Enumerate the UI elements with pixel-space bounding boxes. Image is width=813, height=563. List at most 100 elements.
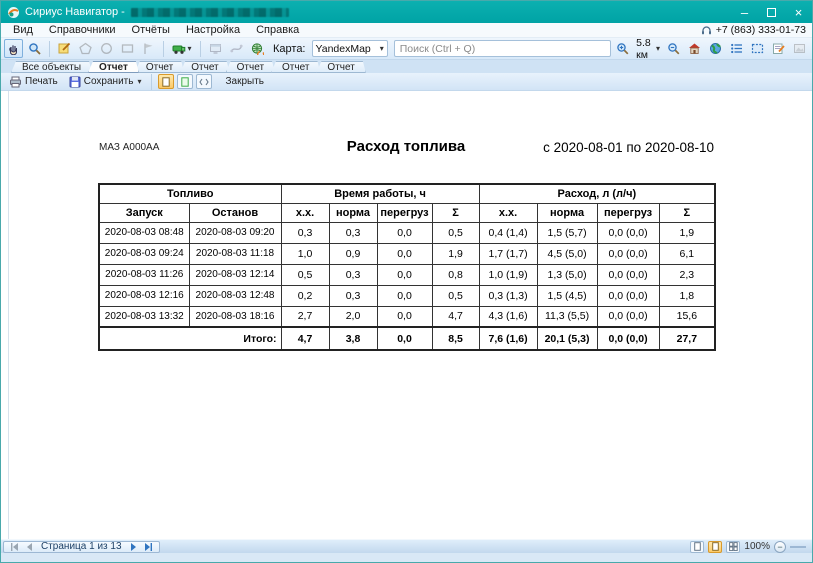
table-cell: 2,0: [329, 306, 377, 327]
minimize-button[interactable]: –: [731, 1, 758, 23]
app-logo-icon: [7, 6, 20, 19]
menu-items: ВидСправочникиОтчётыНастройкаСправка: [5, 23, 307, 37]
menu-item-0[interactable]: Вид: [5, 23, 41, 37]
home-button[interactable]: [685, 39, 704, 58]
view-single-button[interactable]: [690, 541, 704, 553]
view-multi-button[interactable]: [726, 541, 740, 553]
next-page-button[interactable]: [128, 542, 140, 552]
phone-number: +7 (863) 333-01-73: [716, 24, 806, 36]
view-page-green-button[interactable]: [177, 74, 193, 89]
print-button[interactable]: Печать: [5, 74, 62, 90]
column-header: Σ: [432, 203, 479, 222]
totals-cell: 20,1 (5,3): [537, 327, 597, 350]
table-row: 2020-08-03 13:322020-08-03 18:162,72,00,…: [99, 306, 715, 327]
headset-icon: [701, 25, 712, 36]
tab-4[interactable]: Отчет: [226, 61, 275, 73]
view-page-width-button[interactable]: [196, 74, 212, 89]
pager: Страница 1 из 13: [3, 541, 160, 553]
table-cell: 0,5: [432, 285, 479, 306]
draw-route-button[interactable]: [55, 39, 74, 58]
table-cell: 0,5: [432, 222, 479, 243]
save-caret-icon: ▾: [137, 77, 141, 86]
main-toolbar: ▾ Карта: YandexMap ▾: [1, 38, 812, 60]
menu-item-4[interactable]: Справка: [248, 23, 307, 37]
table-cell: 1,0: [281, 243, 329, 264]
tab-5[interactable]: Отчет: [271, 61, 320, 73]
panel-edge: [8, 91, 9, 539]
last-page-icon: [144, 543, 153, 551]
save-button[interactable]: Сохранить ▾: [65, 74, 146, 90]
select-area-button[interactable]: [748, 39, 767, 58]
tab-1[interactable]: Отчет: [88, 61, 139, 73]
globe-refresh-button[interactable]: [248, 39, 267, 58]
column-header: Σ: [659, 203, 715, 222]
map-scale-dropdown[interactable]: 5.8 км ▾: [634, 37, 662, 61]
totals-cell: 7,6 (1,6): [479, 327, 537, 350]
menu-item-2[interactable]: Отчёты: [124, 23, 178, 37]
tab-2[interactable]: Отчет: [135, 61, 184, 73]
table-cell: 4,3 (1,6): [479, 306, 537, 327]
table-cell: 1,9: [432, 243, 479, 264]
first-page-icon: [10, 543, 19, 551]
support-phone: +7 (863) 333-01-73: [701, 24, 812, 36]
column-header: норма: [329, 203, 377, 222]
close-button[interactable]: ×: [785, 1, 812, 23]
image-button[interactable]: [790, 39, 809, 58]
zoom-slider[interactable]: [790, 546, 806, 548]
map-select[interactable]: YandexMap ▾: [312, 40, 388, 57]
table-cell: 2020-08-03 11:26: [99, 264, 189, 285]
panel-icon: [209, 42, 222, 55]
save-label: Сохранить: [84, 76, 134, 87]
zoom-area-button[interactable]: [25, 39, 44, 58]
first-page-button[interactable]: [8, 542, 20, 552]
rectangle-button[interactable]: [118, 39, 137, 58]
view-fit-button[interactable]: [708, 541, 722, 553]
zoom-minus-button[interactable]: −: [774, 541, 786, 553]
next-page-icon: [130, 543, 137, 551]
vehicle-dropdown-button[interactable]: ▾: [169, 39, 195, 58]
tab-6[interactable]: Отчет: [316, 61, 365, 73]
menu-item-3[interactable]: Настройка: [178, 23, 248, 37]
search-input[interactable]: [394, 40, 611, 57]
globe-button[interactable]: [706, 39, 725, 58]
table-cell: 0,0 (0,0): [597, 264, 659, 285]
column-header: норма: [537, 203, 597, 222]
table-cell: 15,6: [659, 306, 715, 327]
pan-hand-button[interactable]: [4, 39, 23, 58]
polygon-button[interactable]: [76, 39, 95, 58]
globe-refresh-icon: [251, 42, 264, 55]
zoom-out-button[interactable]: [664, 39, 683, 58]
edit-note-button[interactable]: [769, 39, 788, 58]
zoom-in-button[interactable]: [613, 39, 632, 58]
totals-cell: 0,0: [377, 327, 432, 350]
table-row: 2020-08-03 11:262020-08-03 12:140,50,30,…: [99, 264, 715, 285]
flag-button[interactable]: [139, 39, 158, 58]
table-cell: 4,7: [432, 306, 479, 327]
maximize-button[interactable]: [758, 1, 785, 23]
close-report-button[interactable]: Закрыть: [221, 74, 268, 90]
map-select-caret-icon: ▾: [380, 44, 384, 53]
table-cell: 1,7 (1,7): [479, 243, 537, 264]
tab-0[interactable]: Все объекты: [11, 61, 92, 73]
prev-page-button[interactable]: [23, 542, 35, 552]
panel-button[interactable]: [206, 39, 225, 58]
printer-icon: [9, 76, 22, 88]
table-cell: 2,7: [281, 306, 329, 327]
track-button[interactable]: [227, 39, 246, 58]
list-button[interactable]: [727, 39, 746, 58]
circle-button[interactable]: [97, 39, 116, 58]
tab-3[interactable]: Отчет: [180, 61, 229, 73]
track-icon: [230, 42, 243, 55]
table-cell: 0,3: [281, 222, 329, 243]
view-page-single-button[interactable]: [158, 74, 174, 89]
table-cell: 1,5 (4,5): [537, 285, 597, 306]
zoom-in-icon: [616, 42, 629, 55]
table-row: 2020-08-03 12:162020-08-03 12:480,20,30,…: [99, 285, 715, 306]
view-fit-icon: [712, 542, 719, 551]
table-cell: 1,3 (5,0): [537, 264, 597, 285]
menu-item-1[interactable]: Справочники: [41, 23, 124, 37]
pan-hand-icon: [7, 42, 20, 55]
globe-icon: [709, 42, 722, 55]
last-page-button[interactable]: [143, 542, 155, 552]
table-cell: 2020-08-03 12:48: [189, 285, 281, 306]
